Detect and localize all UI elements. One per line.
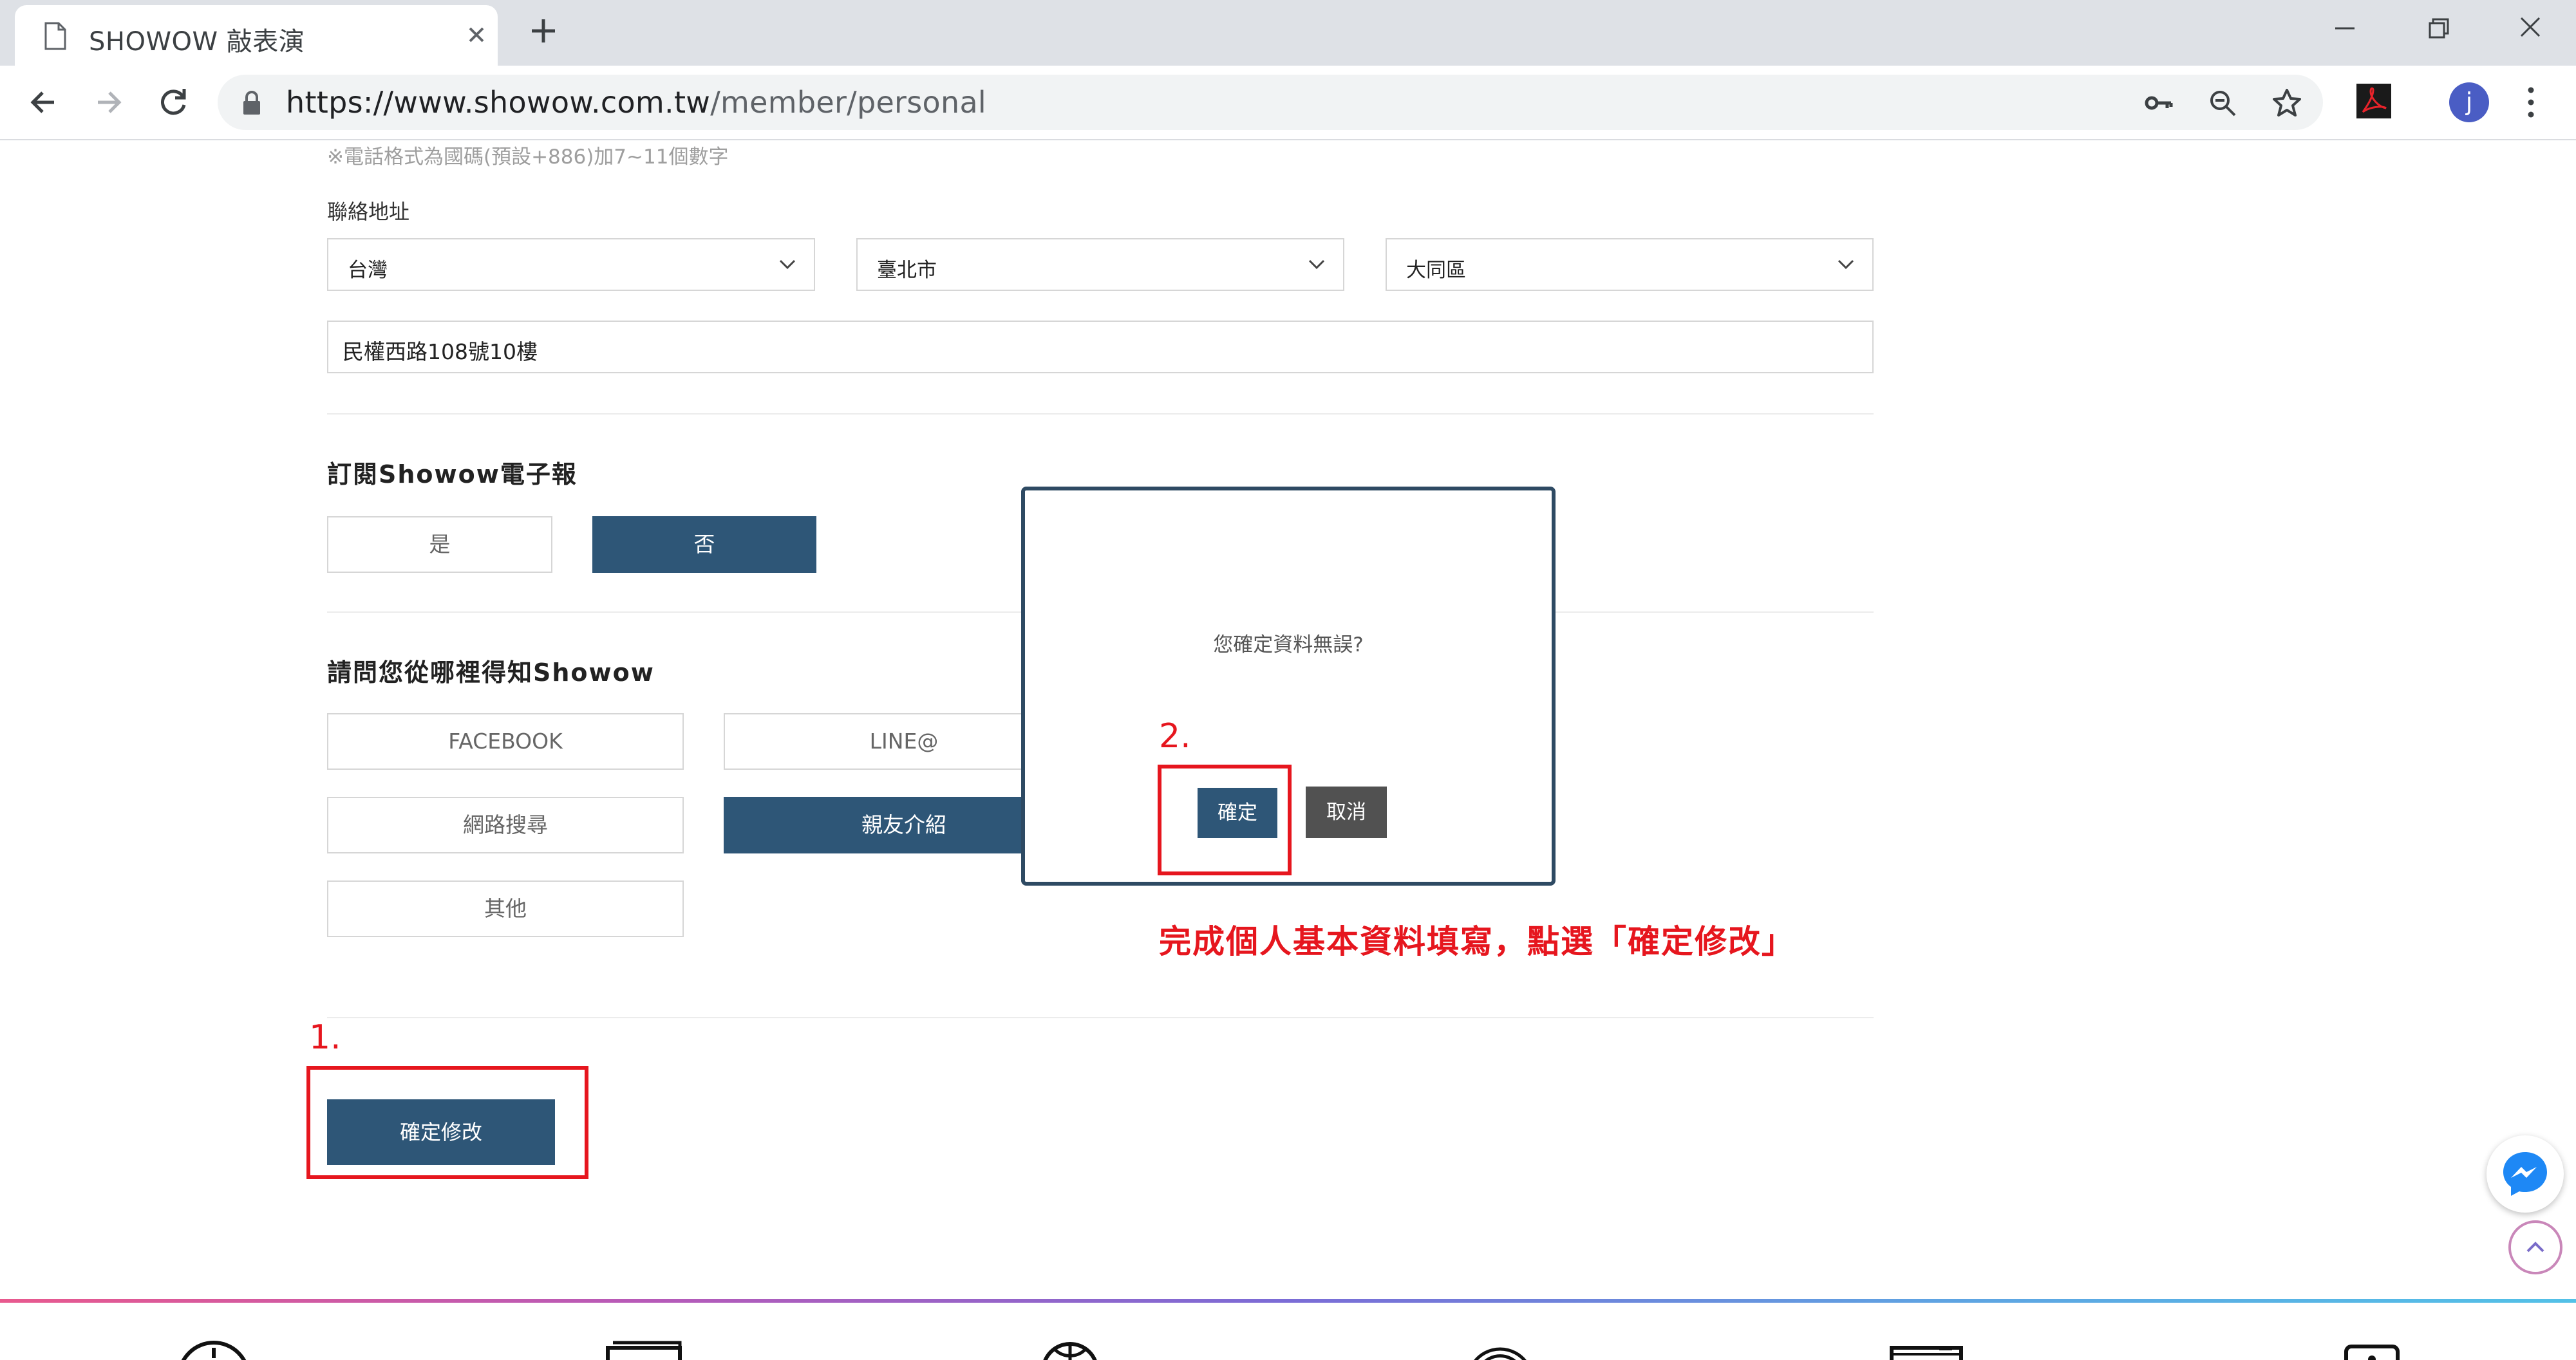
- reload-icon[interactable]: [155, 84, 192, 121]
- tab-title: SHOWOW 敲表演: [89, 27, 305, 57]
- zoom-out-icon[interactable]: [2207, 88, 2238, 118]
- pdf-extension-icon[interactable]: [2356, 84, 2391, 118]
- newsletter-option-no[interactable]: 否: [592, 516, 816, 573]
- dialog-message: 您確定資料無誤?: [1213, 633, 1364, 657]
- lock-icon: [243, 91, 260, 115]
- street-address-value: 民權西路108號10樓: [343, 339, 538, 364]
- source-title: 請問您從哪裡得知Showow: [327, 658, 655, 687]
- newsletter-option-yes[interactable]: 是: [327, 516, 552, 573]
- user-card-icon: [2344, 1345, 2400, 1360]
- confirm-edit-button[interactable]: 確定修改: [327, 1099, 555, 1165]
- forward-arrow-icon[interactable]: [90, 84, 127, 121]
- step-2-label: 2.: [1159, 717, 1191, 756]
- key-icon[interactable]: [2143, 88, 2174, 118]
- clock-icon: [181, 1341, 247, 1360]
- divider: [327, 413, 1874, 415]
- globe-icon: [1043, 1342, 1097, 1360]
- district-select[interactable]: 大同區: [1386, 238, 1874, 291]
- back-arrow-icon[interactable]: [24, 84, 62, 121]
- city-value: 臺北市: [877, 259, 937, 282]
- url-text: https://www.showow.com.tw/member/persona…: [286, 85, 986, 120]
- address-bar[interactable]: https://www.showow.com.tw/member/persona…: [218, 75, 2323, 130]
- step-1-label: 1.: [309, 1018, 341, 1057]
- source-option-web-search[interactable]: 網路搜尋: [327, 797, 684, 853]
- source-option-facebook[interactable]: FACEBOOK: [327, 713, 684, 770]
- country-select[interactable]: 台灣: [327, 238, 815, 291]
- chevron-down-icon: [779, 259, 796, 270]
- ticket-icon: [606, 1341, 682, 1360]
- district-value: 大同區: [1406, 259, 1466, 282]
- scroll-to-top-button[interactable]: [2508, 1220, 2562, 1274]
- chevron-up-icon: [2526, 1242, 2544, 1253]
- url-path: /member/personal: [710, 85, 987, 120]
- wireless-icon: [1474, 1347, 1527, 1360]
- footer-divider: [0, 1299, 2576, 1303]
- messenger-icon: [2503, 1152, 2547, 1196]
- avatar[interactable]: j: [2449, 82, 2489, 122]
- minimize-icon[interactable]: [2319, 9, 2371, 48]
- divider: [327, 1017, 1874, 1018]
- newsletter-title: 訂閱Showow電子報: [327, 460, 578, 489]
- instruction-text: 完成個人基本資料填寫，點選「確定修改」: [1159, 923, 1795, 960]
- browser-tabstrip: SHOWOW 敲表演: [0, 0, 2576, 66]
- dialog-cancel-button[interactable]: 取消: [1306, 787, 1387, 838]
- page-icon: [44, 22, 66, 50]
- browser-tab[interactable]: SHOWOW 敲表演: [15, 5, 498, 66]
- city-select[interactable]: 臺北市: [856, 238, 1344, 291]
- street-address-input[interactable]: 民權西路108號10樓: [327, 321, 1874, 373]
- browser-toolbar: https://www.showow.com.tw/member/persona…: [0, 66, 2576, 140]
- plus-icon[interactable]: [527, 14, 560, 48]
- more-vert-icon[interactable]: [2521, 82, 2541, 122]
- step-2-highlight: [1158, 765, 1292, 875]
- star-icon[interactable]: [2271, 88, 2302, 118]
- url-host: https://www.showow.com.tw: [286, 85, 711, 120]
- source-option-other[interactable]: 其他: [327, 880, 684, 937]
- close-icon[interactable]: [462, 21, 491, 49]
- window-close-icon[interactable]: [2505, 9, 2556, 48]
- country-value: 台灣: [348, 259, 388, 282]
- chevron-down-icon: [1838, 259, 1854, 270]
- chevron-down-icon: [1308, 259, 1325, 270]
- phone-format-note: ※電話格式為國碼(預設+886)加7~11個數字: [327, 145, 729, 169]
- address-label: 聯絡地址: [327, 200, 410, 224]
- page-content: ※電話格式為國碼(預設+886)加7~11個數字 聯絡地址 台灣 臺北市 大同區…: [0, 140, 2576, 1360]
- messenger-button[interactable]: [2487, 1135, 2564, 1213]
- restore-icon[interactable]: [2412, 9, 2463, 48]
- calendar-icon: [1890, 1346, 1963, 1360]
